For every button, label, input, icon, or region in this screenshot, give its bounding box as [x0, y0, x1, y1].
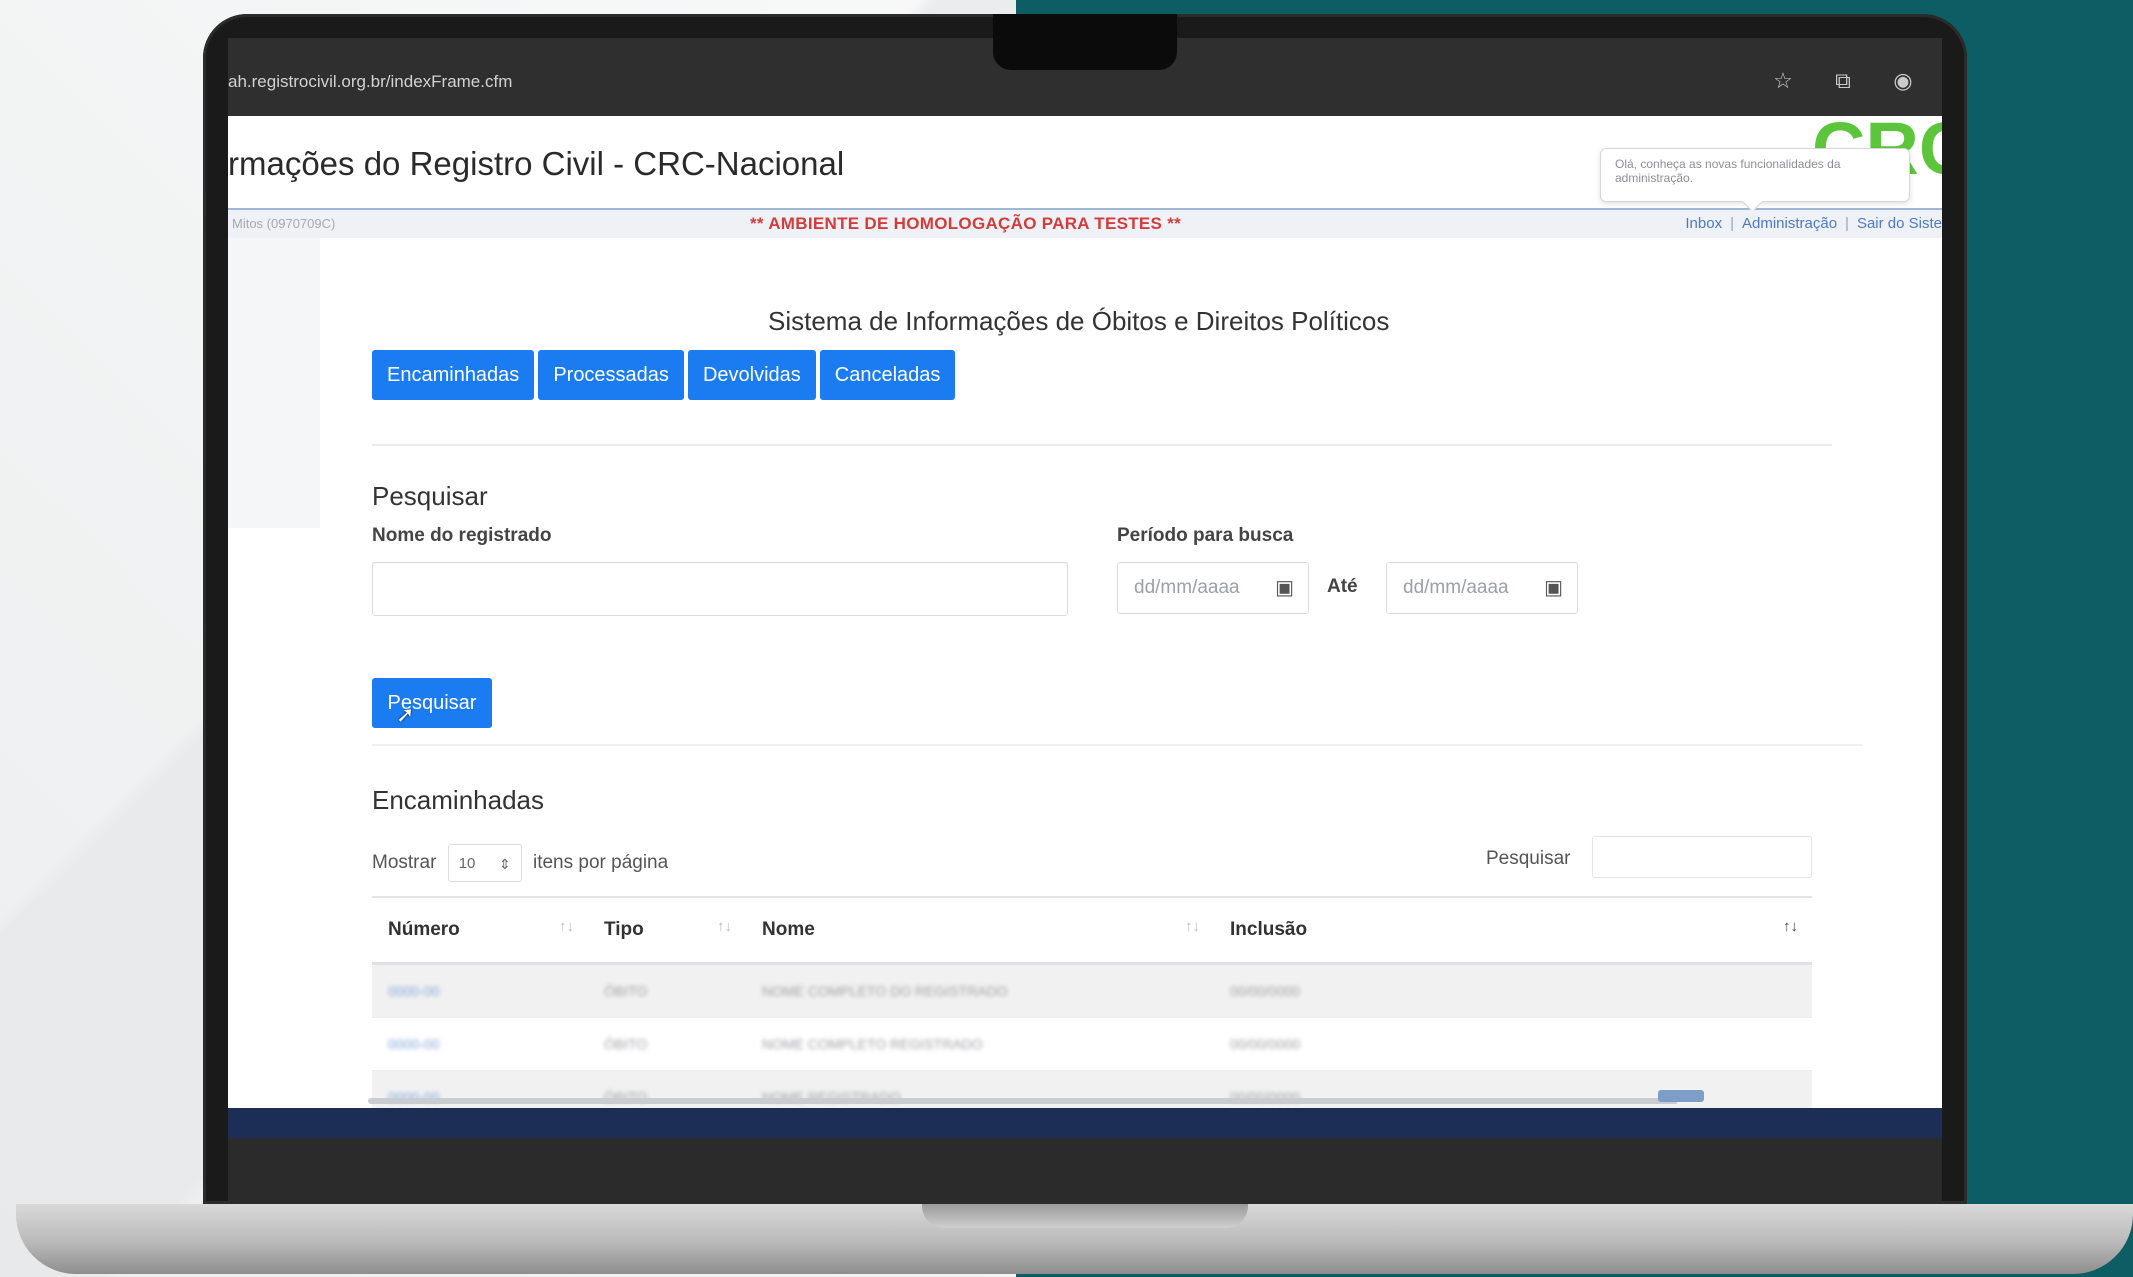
search-button[interactable]: Pesquisar	[372, 678, 492, 728]
date-to-placeholder: dd/mm/aaaa	[1403, 577, 1509, 598]
name-input[interactable]	[372, 562, 1068, 616]
profile-icon[interactable]: ◉	[1890, 68, 1916, 94]
laptop-base-notch	[922, 1204, 1248, 1228]
table-search-label: Pesquisar	[1486, 848, 1571, 869]
page-size-select[interactable]: 10 ⇕	[447, 844, 522, 882]
tab-encaminhadas[interactable]: Encaminhadas	[372, 350, 535, 400]
column-header-numero[interactable]: Número ↑↓	[372, 896, 588, 965]
cell-nome: NOME COMPLETO REGISTRADO	[746, 1017, 1214, 1071]
search-section-title: Pesquisar	[372, 481, 488, 511]
inbox-link[interactable]: Inbox	[1685, 215, 1722, 232]
divider	[372, 744, 1862, 746]
page-title: Sistema de Informações de Óbitos e Direi…	[768, 306, 1390, 336]
scrollbar-thumb[interactable]	[1658, 1090, 1704, 1102]
status-tabs: Encaminhadas Processadas Devolvidas Cancela…	[372, 350, 959, 400]
page-size-control: Mostrar 10 ⇕ itens por página	[372, 844, 668, 882]
column-header-inclusao[interactable]: Inclusão ↑↓	[1214, 896, 1812, 965]
calendar-icon[interactable]: ▣	[1275, 563, 1294, 613]
table-row[interactable]: 0000-00 ÓBITO NOME COMPLETO REGISTRADO 0…	[372, 1017, 1812, 1071]
sort-icon[interactable]: ↑↓	[559, 918, 574, 935]
admin-tooltip: Olá, conheça as novas funcionalidades da…	[1600, 148, 1910, 202]
horizontal-scrollbar[interactable]	[368, 1098, 1678, 1104]
results-title: Encaminhadas	[372, 785, 544, 815]
cell-tipo: ÓBITO	[588, 1017, 746, 1071]
tab-processadas[interactable]: Processadas	[538, 350, 684, 400]
table-row[interactable]: 0000-00 ÓBITO NOME COMPLETO DO REGISTRAD…	[372, 963, 1812, 1018]
sort-icon[interactable]: ↑↓	[1783, 918, 1798, 935]
date-to-input[interactable]: dd/mm/aaaa ▣	[1386, 562, 1578, 614]
column-header-nome[interactable]: Nome ↑↓	[746, 896, 1214, 965]
select-arrows-icon: ⇕	[498, 856, 511, 872]
main-content: Sistema de Informações de Óbitos e Direi…	[228, 238, 1942, 1138]
laptop-camera-notch	[993, 14, 1177, 70]
sort-icon[interactable]: ↑↓	[1185, 918, 1200, 935]
app-title: rmações do Registro Civil - CRC-Nacional	[228, 145, 845, 182]
until-label: Até	[1327, 576, 1358, 597]
sair-link[interactable]: Sair do Siste	[1857, 215, 1942, 232]
extensions-icon[interactable]: ⧉	[1830, 68, 1856, 94]
cell-inclusao: 00/00/0000	[1214, 1017, 1812, 1071]
divider	[372, 444, 1832, 446]
table-header-row: Número ↑↓ Tipo ↑↓ Nome ↑↓ Inclusão ↑↓	[372, 896, 1812, 965]
name-label: Nome do registrado	[372, 525, 552, 546]
mouse-cursor-icon: ➚	[396, 702, 415, 727]
top-links: Inbox | Administração | Sair do Siste	[1685, 215, 1942, 232]
user-info: Mitos (0970709C)	[232, 216, 336, 231]
tab-canceladas[interactable]: Canceladas	[819, 350, 956, 400]
cell-numero[interactable]: 0000-00	[372, 963, 588, 1018]
date-from-placeholder: dd/mm/aaaa	[1134, 577, 1240, 598]
table-search-input[interactable]	[1592, 836, 1812, 878]
per-page-label: itens por página	[532, 852, 669, 874]
results-table: Número ↑↓ Tipo ↑↓ Nome ↑↓ Inclusão ↑↓ 0000-0…	[372, 896, 1812, 1124]
period-label: Período para busca	[1117, 525, 1294, 546]
administracao-link[interactable]: Administração	[1742, 215, 1837, 232]
tab-devolvidas[interactable]: Devolvidas	[687, 350, 816, 400]
column-header-tipo[interactable]: Tipo ↑↓	[588, 896, 746, 965]
cell-numero[interactable]: 0000-00	[372, 1017, 588, 1071]
environment-banner: ** AMBIENTE DE HOMOLOGAÇÃO PARA TESTES *…	[750, 214, 1182, 233]
laptop-screen-bezel	[228, 1138, 1942, 1204]
calendar-icon[interactable]: ▣	[1544, 563, 1563, 613]
date-from-input[interactable]: dd/mm/aaaa ▣	[1117, 562, 1309, 614]
cell-inclusao: 00/00/0000	[1214, 963, 1812, 1018]
cell-nome: NOME COMPLETO DO REGISTRADO	[746, 963, 1214, 1018]
show-label: Mostrar	[372, 852, 437, 874]
environment-bar: Mitos (0970709C) ** AMBIENTE DE HOMOLOGA…	[228, 210, 1942, 238]
address-bar[interactable]: ah.registrocivil.org.br/indexFrame.cfm	[228, 72, 512, 92]
page-footer	[228, 1108, 1942, 1138]
cell-tipo: ÓBITO	[588, 963, 746, 1018]
star-icon[interactable]: ☆	[1770, 68, 1796, 94]
laptop-screen: ah.registrocivil.org.br/indexFrame.cfm ☆…	[228, 38, 1942, 1138]
page-size-value: 10	[458, 855, 476, 872]
sort-icon[interactable]: ↑↓	[717, 918, 732, 935]
